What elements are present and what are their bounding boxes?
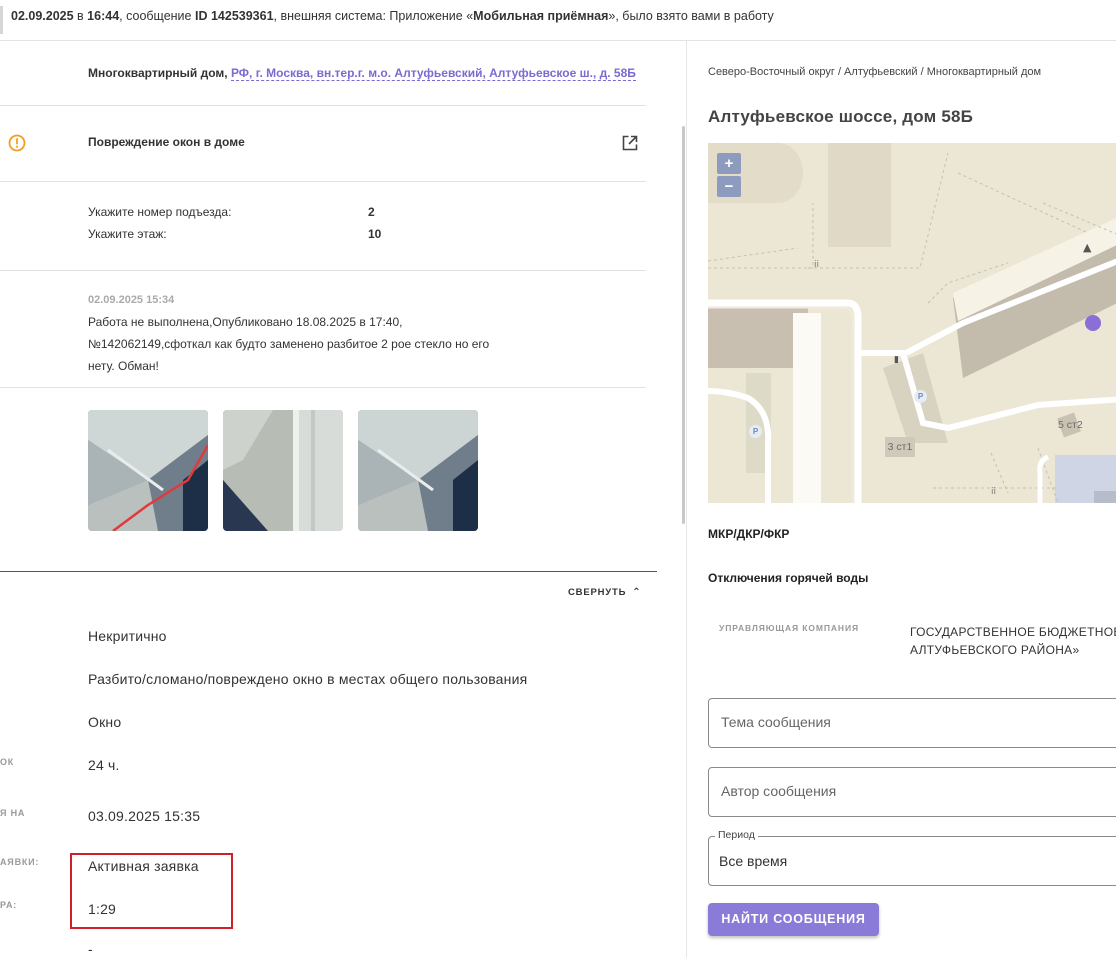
map-label-building-2: 5 ст2 [1058,419,1083,431]
detail-timer-label: РА: [0,900,18,910]
map-label-building-1: 3 ст1 [885,437,915,457]
house-type: МКР/ДКР/ФКР [708,527,790,541]
parking-icon: P [914,390,927,403]
author-input[interactable] [719,782,1103,800]
notification-taken-text: », было взято вами в работу [608,9,774,23]
management-company-label: УПРАВЛЯЮЩАЯ КОМПАНИЯ [719,623,859,633]
management-company-value: ГОСУДАРСТВЕННОЕ БЮДЖЕТНОЕ У АЛТУФЬЕВСКОГ… [910,623,1116,659]
svg-text:іі: іі [814,260,819,270]
chevron-up-icon: ⌃ [632,587,642,598]
divider [0,181,646,182]
management-company-line1: ГОСУДАРСТВЕННОЕ БЮДЖЕТНОЕ У [910,625,1116,639]
notification-in-word: в [77,9,84,23]
find-messages-button[interactable]: НАЙТИ СООБЩЕНИЯ [708,903,879,936]
hot-water-link[interactable]: Отключения горячей воды [708,571,868,585]
svg-text:▮: ▮ [894,355,899,365]
zoom-out-button[interactable]: − [717,176,741,197]
field-entrance: Укажите номер подъезда: 2 [88,205,375,219]
notification-time: 16:44 [87,9,120,23]
location-title: Алтуфьевское шоссе, дом 58Б [708,107,974,126]
zoom-in-button[interactable]: + [717,153,741,174]
detail-criticality: Некритично [88,628,167,644]
object-address: Многоквартирный дом, РФ, г. Москва, вн.т… [88,66,636,81]
detail-category: Разбито/сломано/повреждено окно в местах… [88,671,528,687]
period-label: Период [715,829,758,841]
address-link[interactable]: РФ, г. Москва, вн.тер.г. м.о. Алтуфьевск… [230,66,636,81]
notification-date: 02.09.2025 [11,9,74,23]
breadcrumb: Северо-Восточный округ / Алтуфьевский / … [708,66,1042,78]
detail-due-label: Я НА [0,808,26,818]
photo-image-2 [223,410,343,531]
request-details-panel: Многоквартирный дом, РФ, г. Москва, вн.т… [0,41,686,958]
comment-date: 02.09.2025 15:34 [88,294,175,306]
divider [0,387,646,388]
photo-thumbnail-3[interactable] [358,410,478,531]
topic-input[interactable] [719,713,1103,731]
notification-system-text: , внешняя система: Приложение « [273,9,474,23]
field-floor-value: 10 [368,227,382,241]
photo-thumbnail-1[interactable] [88,410,208,531]
notification-system-name: Мобильная приёмная [473,9,609,23]
photo-image-1 [88,410,208,531]
collapse-label: СВЕРНУТЬ [568,587,627,598]
divider [0,270,646,271]
location-panel: Северо-Восточный округ / Алтуфьевский / … [686,41,1116,958]
detail-deadline-label: ОК [0,757,15,767]
photo-image-3 [358,410,478,531]
highlight-box [70,853,233,929]
detail-object: Окно [88,714,122,730]
period-value: Все время [719,853,788,869]
parking-icon: P [749,425,762,438]
open-external-icon[interactable] [621,134,639,152]
warning-icon [8,134,26,152]
svg-text:іі: іі [991,487,996,497]
detail-due-date: 03.09.2025 15:35 [88,808,201,824]
scrollbar[interactable] [682,126,685,524]
comment-text: Работа не выполнена,Опубликовано 18.08.2… [88,315,490,373]
divider [0,105,646,106]
detail-status-label: АЯВКИ: [0,857,40,867]
object-type: Многоквартирный дом, [88,66,228,80]
map-view[interactable]: іі іі ▲ ▮ P P 3 ст1 5 ст2 + − [708,143,1116,503]
field-floor-label: Укажите этаж: [88,227,167,241]
detail-deadline: 24 ч. [88,757,120,773]
management-company-line2: АЛТУФЬЕВСКОГО РАЙОНА» [910,643,1080,657]
notification-text: 02.09.2025 в 16:44, сообщение ID 1425393… [11,9,774,23]
problem-title: Повреждение окон в доме [88,135,245,149]
notification-bar-edge [0,6,3,34]
field-entrance-label: Укажите номер подъезда: [88,205,232,219]
notification-bar: 02.09.2025 в 16:44, сообщение ID 1425393… [0,0,1116,41]
field-floor: Укажите этаж: 10 [88,227,381,241]
notification-message-word: , сообщение [119,9,192,23]
collapse-button[interactable]: СВЕРНУТЬ ⌃ [568,587,641,598]
topic-field[interactable] [708,698,1116,748]
field-entrance-value: 2 [368,205,375,219]
section-divider [0,571,657,572]
period-select[interactable]: Период Все время [708,829,1116,886]
detail-extra: - [88,941,93,957]
photo-thumbnail-2[interactable] [223,410,343,531]
svg-text:▲: ▲ [1083,241,1092,254]
author-field[interactable] [708,767,1116,817]
notification-message-id: ID 142539361 [194,9,274,23]
